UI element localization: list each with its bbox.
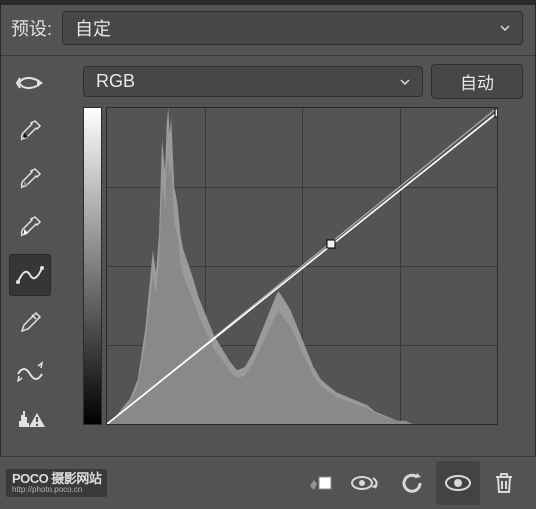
- preset-select[interactable]: 自定: [62, 11, 523, 45]
- reset-icon[interactable]: [390, 461, 434, 505]
- curve-point[interactable]: [495, 108, 499, 117]
- chevron-down-icon: [398, 75, 412, 89]
- logo-main: POCO 摄影网站: [12, 472, 101, 486]
- logo-badge: POCO 摄影网站 http://photo.poco.cn: [6, 469, 107, 497]
- panel-footer: POCO 摄影网站 http://photo.poco.cn: [0, 456, 536, 509]
- histogram-warning-icon[interactable]: [9, 398, 51, 440]
- auto-button[interactable]: 自动: [431, 64, 523, 99]
- curves-chart[interactable]: [106, 107, 498, 425]
- curve-line: [107, 108, 497, 424]
- preset-label: 预设:: [11, 15, 54, 41]
- eyedropper-black-icon[interactable]: [9, 110, 51, 152]
- view-previous-icon[interactable]: [344, 461, 388, 505]
- output-gradient: [83, 107, 102, 425]
- smooth-icon[interactable]: [9, 350, 51, 392]
- clip-toggle-icon[interactable]: [298, 461, 342, 505]
- tools-sidebar: [1, 60, 59, 440]
- eyedropper-white-icon[interactable]: [9, 206, 51, 248]
- channel-select[interactable]: RGB: [83, 66, 423, 97]
- delete-icon[interactable]: [482, 461, 526, 505]
- logo-sub: http://photo.poco.cn: [12, 486, 101, 494]
- eyedropper-gray-icon[interactable]: [9, 158, 51, 200]
- preset-value: 自定: [75, 15, 111, 41]
- curve-point[interactable]: [327, 239, 336, 248]
- visibility-icon[interactable]: [436, 461, 480, 505]
- curve-tool-icon[interactable]: [9, 254, 51, 296]
- pencil-icon[interactable]: [9, 302, 51, 344]
- channel-value: RGB: [96, 71, 135, 92]
- finger-icon[interactable]: [9, 62, 51, 104]
- chevron-down-icon: [498, 21, 512, 35]
